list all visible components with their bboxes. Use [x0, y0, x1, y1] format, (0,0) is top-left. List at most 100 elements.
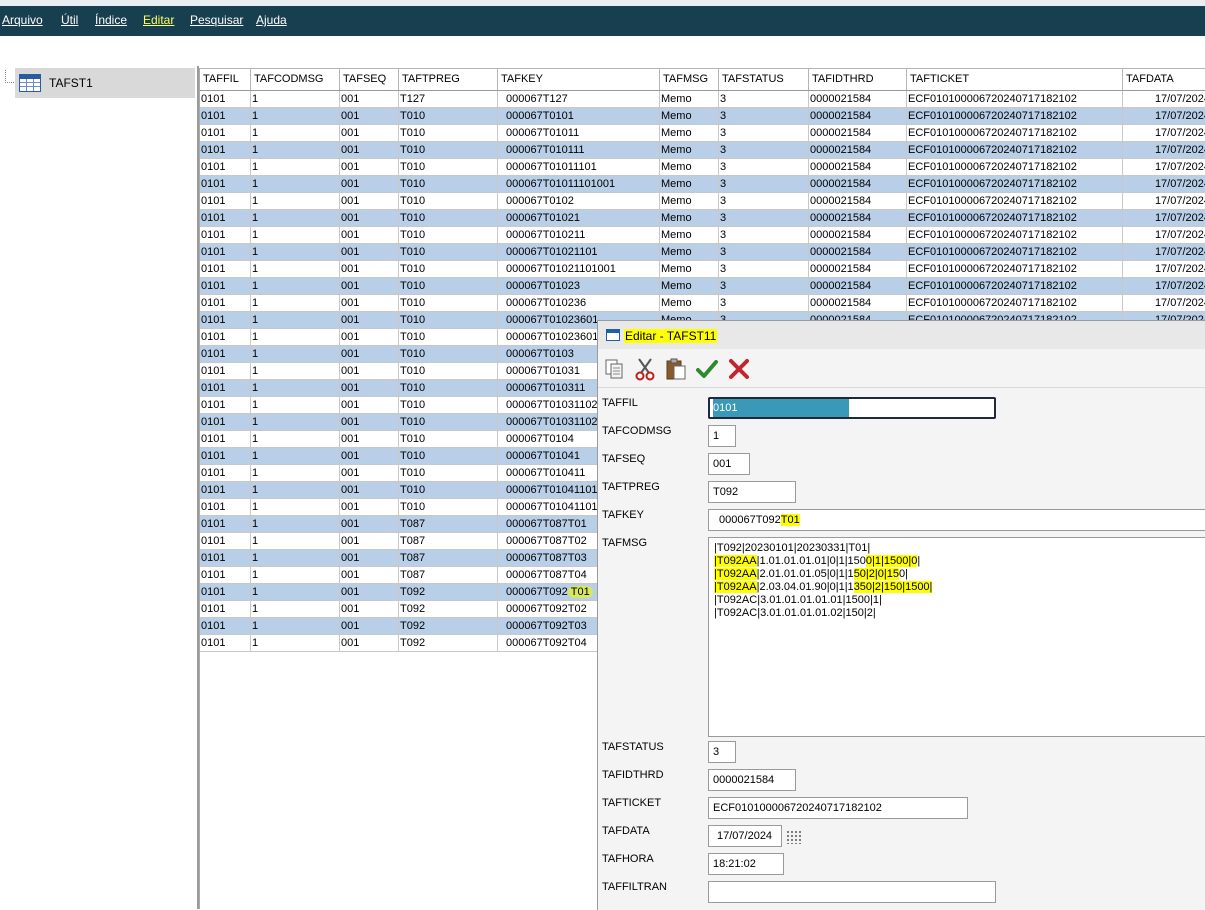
- cell-tafcodmsg: 1: [251, 550, 340, 567]
- confirm-button[interactable]: [693, 355, 721, 383]
- cell-tafstatus: 3: [719, 193, 809, 210]
- cell-taffil: 0101: [200, 380, 251, 397]
- field-taftpreg[interactable]: T092: [708, 481, 796, 503]
- cell-taftpreg: T010: [399, 295, 498, 312]
- table-row[interactable]: 0101 1 001 T010 000067T0102 Memo 3 0000021584 EC…: [200, 193, 1205, 210]
- scissors-icon: [635, 358, 655, 381]
- cell-tafkey: 000067T010236: [498, 295, 660, 312]
- paste-icon: [666, 358, 686, 380]
- table-row[interactable]: 0101 1 001 T010 000067T01011 Memo 3 0000021584 E…: [200, 125, 1205, 142]
- field-taffiltran[interactable]: [708, 881, 996, 903]
- label-tafhora: TAFHORA: [602, 853, 654, 865]
- table-row[interactable]: 0101 1 001 T010 000067T01021101 Memo 3 00000215…: [200, 244, 1205, 261]
- cell-tafseq: 001: [340, 261, 399, 278]
- cell-tafcodmsg: 1: [251, 482, 340, 499]
- menu-indice[interactable]: Índice: [95, 13, 127, 27]
- cell-tafcodmsg: 1: [251, 346, 340, 363]
- field-tafhora[interactable]: 18:21:02: [708, 853, 784, 875]
- calendar-icon[interactable]: [786, 830, 802, 844]
- cell-taffil: 0101: [200, 312, 251, 329]
- menu-util[interactable]: Útil: [61, 13, 78, 27]
- column-header-tafticket[interactable]: TAFTICKET: [907, 68, 1123, 90]
- label-tafstatus: TAFSTATUS: [602, 741, 664, 753]
- cancel-button[interactable]: [725, 355, 753, 383]
- cell-tafidthrd: 0000021584: [809, 210, 907, 227]
- cell-taffil: 0101: [200, 397, 251, 414]
- table-row[interactable]: 0101 1 001 T010 000067T01011101 Memo 3 00000215…: [200, 159, 1205, 176]
- column-header-taftpreg[interactable]: TAFTPREG: [399, 68, 498, 90]
- tree-node-tafst1[interactable]: TAFST1: [15, 68, 195, 98]
- column-header-tafseq[interactable]: TAFSEQ: [340, 68, 399, 90]
- column-header-tafkey[interactable]: TAFKEY: [498, 68, 660, 90]
- field-tafmsg[interactable]: |T092|20230101|20230331|T01| |T092AA|1.01…: [708, 537, 1205, 737]
- cell-tafidthrd: 0000021584: [809, 108, 907, 125]
- field-taffil[interactable]: 0101: [708, 397, 996, 419]
- cell-tafticket: ECF010100006720240717182102: [907, 176, 1123, 193]
- cell-tafseq: 001: [340, 465, 399, 482]
- table-row[interactable]: 0101 1 001 T010 000067T01021101001 Memo 3 00000…: [200, 261, 1205, 278]
- cell-tafstatus: 3: [719, 108, 809, 125]
- cell-tafseq: 001: [340, 635, 399, 652]
- cut-button[interactable]: [631, 355, 659, 383]
- cell-tafticket: ECF010100006720240717182102: [907, 210, 1123, 227]
- field-tafstatus[interactable]: 3: [708, 741, 736, 763]
- cell-tafseq: 001: [340, 329, 399, 346]
- table-row[interactable]: 0101 1 001 T127 000067T127 Memo 3 0000021584 ECF…: [200, 91, 1205, 108]
- cell-taffil: 0101: [200, 414, 251, 431]
- table-row[interactable]: 0101 1 001 T010 000067T01023 Memo 3 0000021584 E…: [200, 278, 1205, 295]
- cell-tafdata: 17/07/2024: [1123, 193, 1205, 210]
- field-tafseq[interactable]: 001: [708, 453, 750, 475]
- cell-taftpreg: T010: [399, 261, 498, 278]
- table-row[interactable]: 0101 1 001 T010 000067T0101 Memo 3 0000021584 EC…: [200, 108, 1205, 125]
- field-tafticket[interactable]: ECF010100006720240717182102: [708, 797, 968, 819]
- table-row[interactable]: 0101 1 001 T010 000067T010111 Memo 3 0000021584…: [200, 142, 1205, 159]
- cell-tafseq: 001: [340, 363, 399, 380]
- field-tafidthrd[interactable]: 0000021584: [708, 769, 796, 791]
- cell-tafseq: 001: [340, 125, 399, 142]
- field-tafdata[interactable]: 17/07/2024: [708, 825, 782, 847]
- table-row[interactable]: 0101 1 001 T010 000067T01011101001 Memo 3 00000…: [200, 176, 1205, 193]
- cell-tafdata: 17/07/2024: [1123, 142, 1205, 159]
- cell-tafdata: 17/07/2024: [1123, 108, 1205, 125]
- column-header-tafmsg[interactable]: TAFMSG: [660, 68, 719, 90]
- cell-tafmsg: Memo: [660, 142, 719, 159]
- copy-button[interactable]: [600, 355, 628, 383]
- cell-taffil: 0101: [200, 108, 251, 125]
- cell-taffil: 0101: [200, 278, 251, 295]
- cell-tafticket: ECF010100006720240717182102: [907, 278, 1123, 295]
- paste-button[interactable]: [662, 355, 690, 383]
- menu-pesquisar[interactable]: Pesquisar: [190, 13, 243, 27]
- cell-tafcodmsg: 1: [251, 125, 340, 142]
- cell-tafdata: 17/07/2024: [1123, 227, 1205, 244]
- table-row[interactable]: 0101 1 001 T010 000067T010236 Memo 3 0000021584…: [200, 295, 1205, 312]
- cell-taffil: 0101: [200, 295, 251, 312]
- column-header-tafidthrd[interactable]: TAFIDTHRD: [809, 68, 907, 90]
- column-header-taffil[interactable]: TAFFIL: [200, 68, 251, 90]
- cell-taffil: 0101: [200, 329, 251, 346]
- cell-taffil: 0101: [200, 567, 251, 584]
- column-header-tafstatus[interactable]: TAFSTATUS: [719, 68, 809, 90]
- cell-tafstatus: 3: [719, 210, 809, 227]
- memo-line: |T092|20230101|20230331|T01|: [714, 542, 871, 554]
- column-header-tafcodmsg[interactable]: TAFCODMSG: [251, 68, 340, 90]
- cell-tafcodmsg: 1: [251, 635, 340, 652]
- table-row[interactable]: 0101 1 001 T010 000067T010211 Memo 3 0000021584…: [200, 227, 1205, 244]
- cell-tafidthrd: 0000021584: [809, 244, 907, 261]
- cell-tafticket: ECF010100006720240717182102: [907, 244, 1123, 261]
- menu-arquivo[interactable]: Arquivo: [2, 13, 43, 27]
- cell-tafstatus: 3: [719, 278, 809, 295]
- menu-editar[interactable]: Editar: [132, 13, 192, 29]
- field-tafkey[interactable]: 000067T092T01: [708, 509, 1205, 531]
- tree-node-label: TAFST1: [49, 76, 93, 90]
- cell-taftpreg: T087: [399, 516, 498, 533]
- table-row[interactable]: 0101 1 001 T010 000067T01021 Memo 3 0000021584 E…: [200, 210, 1205, 227]
- cell-tafcodmsg: 1: [251, 91, 340, 108]
- menu-ajuda[interactable]: Ajuda: [256, 13, 287, 27]
- cell-tafkey: 000067T010111: [498, 142, 660, 159]
- column-header-tafdata[interactable]: TAFDATA: [1123, 68, 1205, 90]
- cell-tafseq: 001: [340, 142, 399, 159]
- cell-tafidthrd: 0000021584: [809, 142, 907, 159]
- label-tafkey: TAFKEY: [602, 509, 644, 521]
- field-tafcodmsg[interactable]: 1: [708, 425, 736, 447]
- cell-tafkey: 000067T01011101001: [498, 176, 660, 193]
